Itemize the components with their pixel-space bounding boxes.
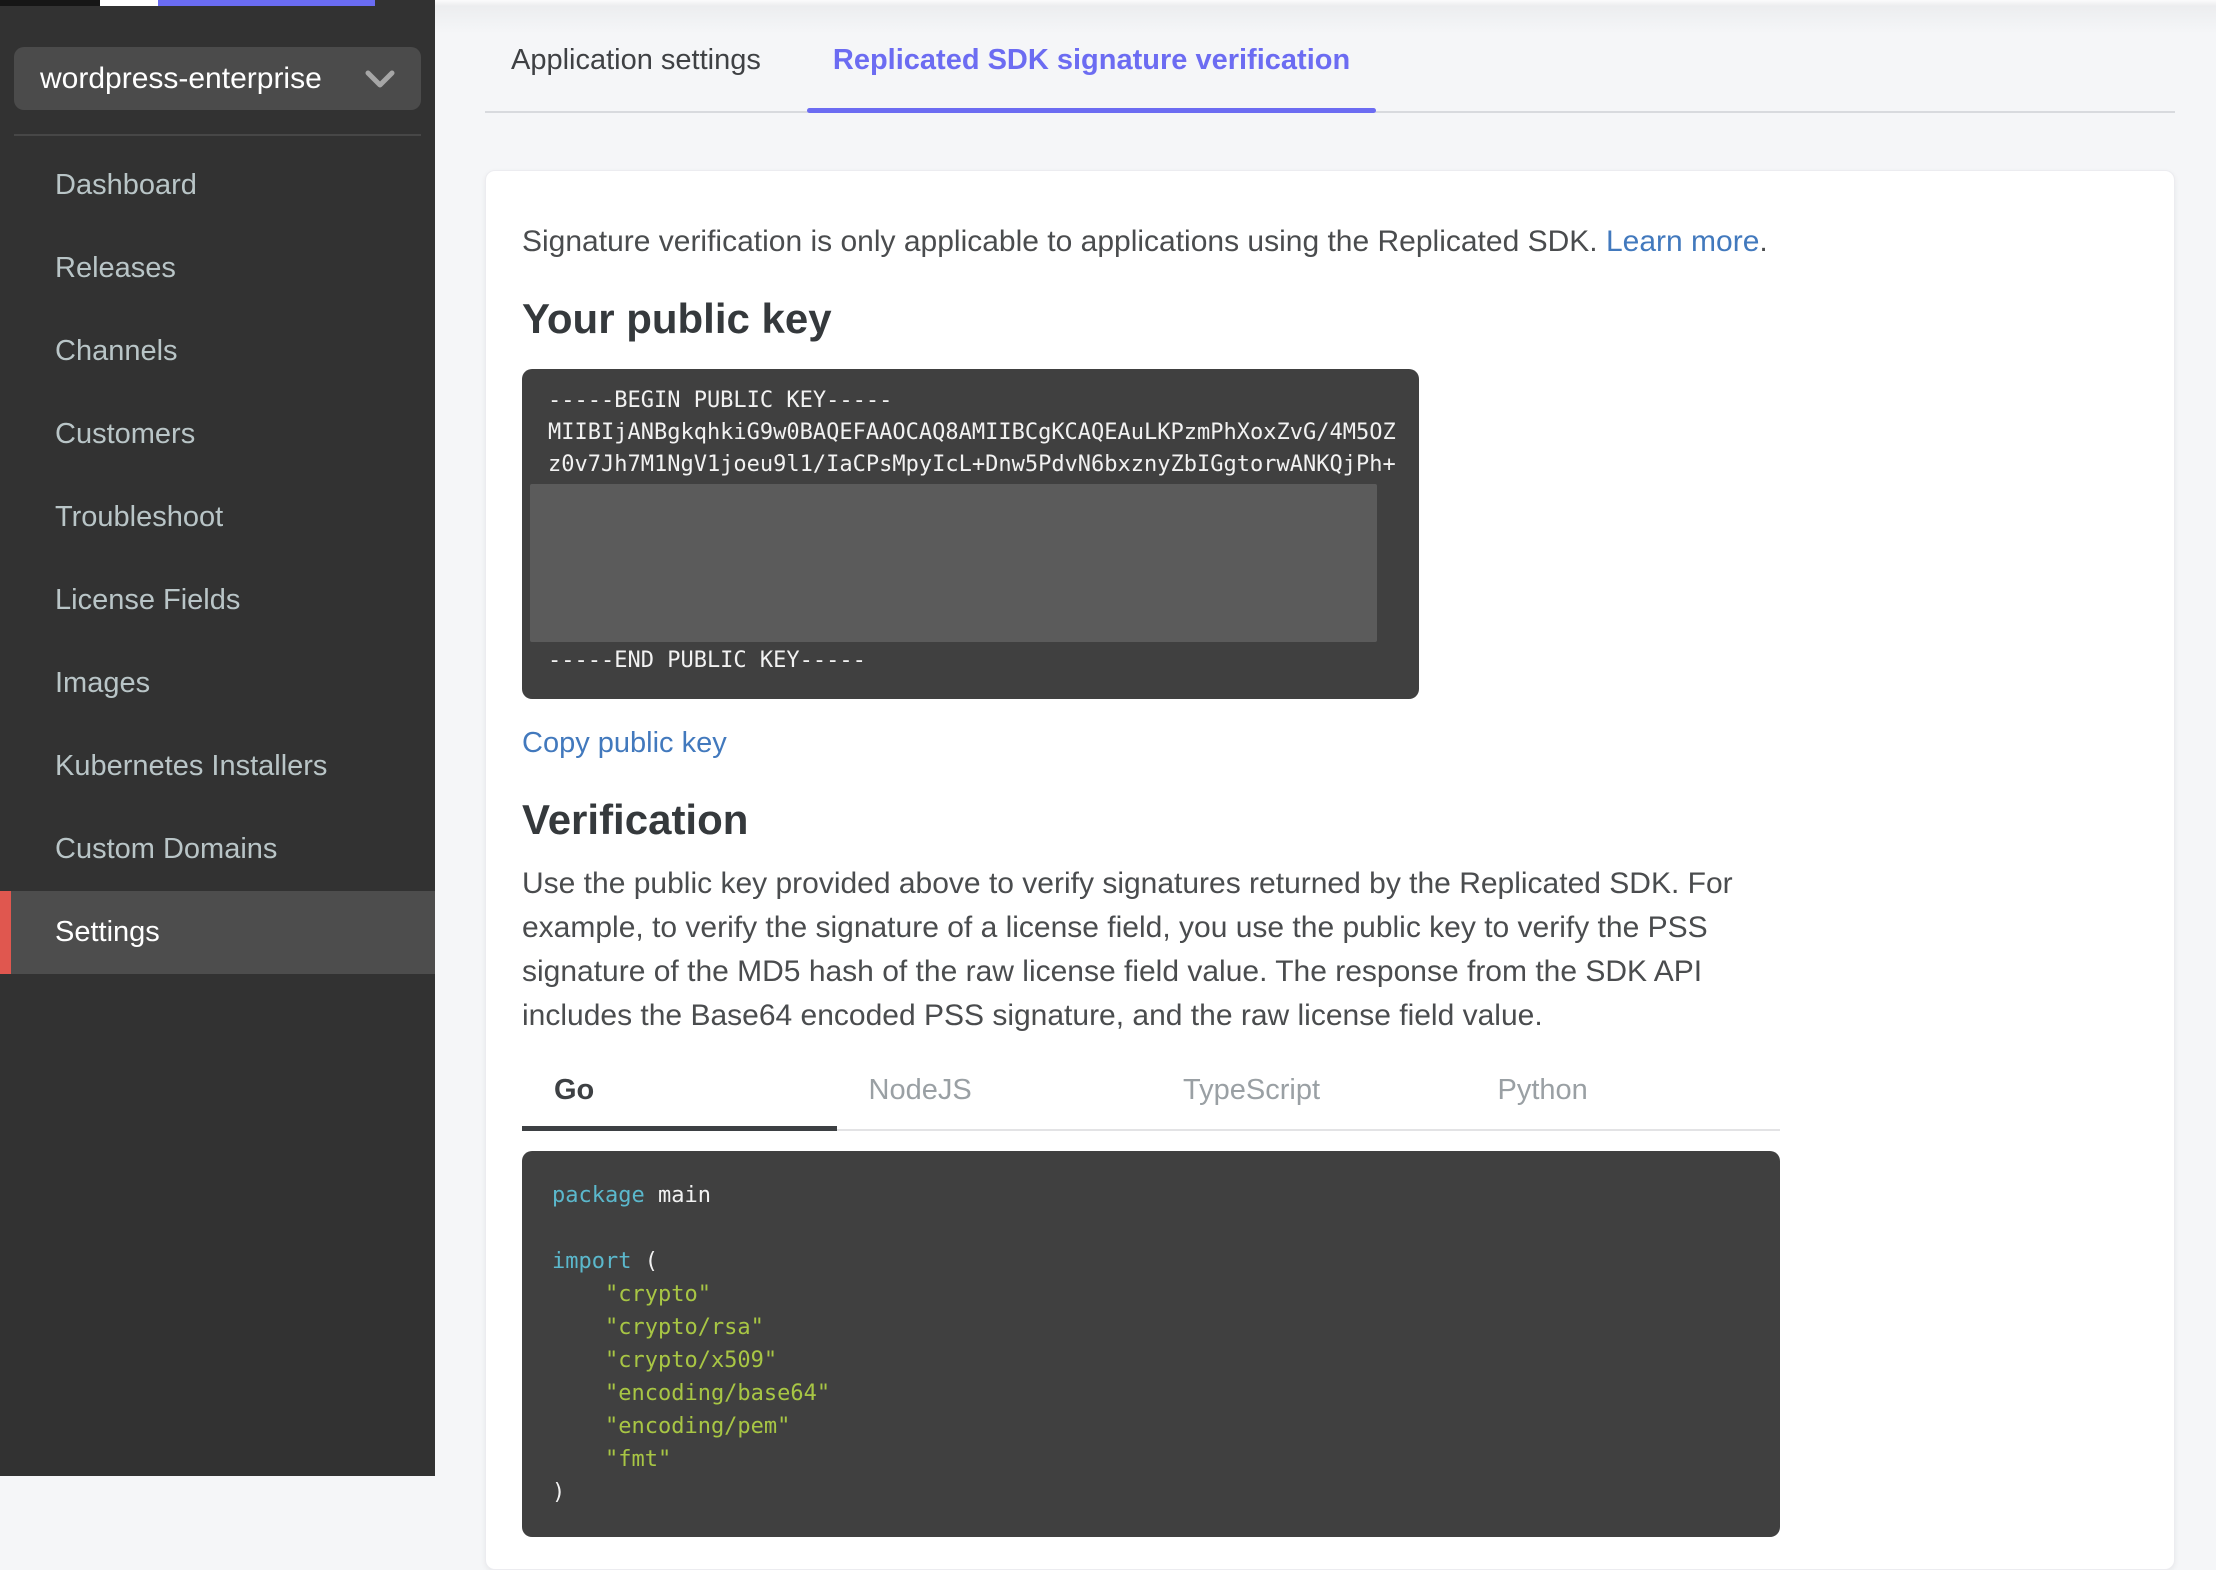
code-line: "encoding/base64" (552, 1377, 1750, 1410)
public-key-block: -----BEGIN PUBLIC KEY----- MIIBIjANBgkqh… (522, 369, 1419, 699)
sidebar-item-settings[interactable]: Settings (0, 891, 435, 974)
lang-tab-typescript[interactable]: TypeScript (1151, 1062, 1466, 1129)
public-key-heading: Your public key (522, 295, 832, 342)
code-string: "fmt" (552, 1447, 672, 1472)
app-selector-label: wordpress-enterprise (40, 61, 322, 95)
chevron-down-icon (365, 70, 395, 87)
sidebar-nav: Dashboard Releases Channels Customers Tr… (0, 144, 435, 974)
lang-tab-nodejs[interactable]: NodeJS (837, 1062, 1152, 1129)
sidebar-item-label: License Fields (55, 584, 241, 616)
app-root: wordpress-enterprise Dashboard Releases … (0, 0, 2216, 1570)
code-keyword: import (552, 1249, 632, 1274)
lang-tab-label: NodeJS (868, 1074, 972, 1106)
tab-label: Application settings (511, 44, 761, 76)
code-line: "crypto/x509" (552, 1344, 1750, 1377)
copy-public-key-link[interactable]: Copy public key (522, 727, 727, 760)
code-line: package main (552, 1179, 1750, 1212)
sidebar-item-label: Channels (55, 335, 178, 367)
sidebar-divider (14, 134, 421, 136)
sidebar-item-kubernetes-installers[interactable]: Kubernetes Installers (0, 725, 435, 808)
intro-text: Signature verification is only applicabl… (522, 225, 2138, 259)
sidebar-item-label: Custom Domains (55, 833, 278, 865)
main-content: Application settings Replicated SDK sign… (435, 0, 2216, 1570)
sidebar-item-label: Dashboard (55, 169, 197, 201)
code-plain: ( (631, 1249, 658, 1274)
sidebar-item-images[interactable]: Images (0, 642, 435, 725)
sidebar-item-releases[interactable]: Releases (0, 227, 435, 310)
sidebar: wordpress-enterprise Dashboard Releases … (0, 0, 435, 1476)
sidebar-item-label: Settings (55, 916, 160, 948)
top-strip-purple-segment (158, 0, 375, 6)
go-code-block: package main import ( "crypto" "crypto/r… (522, 1151, 1780, 1537)
sidebar-item-license-fields[interactable]: License Fields (0, 559, 435, 642)
lang-tab-label: TypeScript (1183, 1074, 1320, 1106)
lang-tab-label: Go (554, 1074, 595, 1106)
tab-replicated-sdk-signature-verification[interactable]: Replicated SDK signature verification (806, 0, 1377, 113)
sidebar-item-custom-domains[interactable]: Custom Domains (0, 808, 435, 891)
signature-verification-card: Signature verification is only applicabl… (485, 170, 2175, 1570)
sidebar-item-customers[interactable]: Customers (0, 393, 435, 476)
code-line: "crypto/rsa" (552, 1311, 1750, 1344)
tab-label: Replicated SDK signature verification (832, 44, 1351, 76)
code-plain: ) (552, 1480, 566, 1505)
language-tabbar: Go NodeJS TypeScript Python (522, 1062, 1780, 1131)
sidebar-item-troubleshoot[interactable]: Troubleshoot (0, 476, 435, 559)
code-string: "crypto/x509" (552, 1348, 778, 1373)
public-key-line: -----BEGIN PUBLIC KEY----- (548, 388, 893, 413)
sidebar-item-dashboard[interactable]: Dashboard (0, 144, 435, 227)
code-line: "encoding/pem" (552, 1410, 1750, 1443)
code-keyword: package (552, 1183, 645, 1208)
sidebar-item-label: Images (55, 667, 151, 699)
intro-sentence: Signature verification is only applicabl… (522, 225, 1606, 258)
verification-description: Use the public key provided above to ver… (522, 867, 1733, 1032)
sidebar-item-channels[interactable]: Channels (0, 310, 435, 393)
learn-more-link[interactable]: Learn more (1606, 225, 1759, 258)
window-top-strip (0, 0, 2216, 6)
top-strip-black-segment (0, 0, 100, 6)
verification-heading: Verification (522, 796, 749, 843)
app-selector-dropdown[interactable]: wordpress-enterprise (14, 47, 421, 110)
public-key-line: z0v7Jh7M1NgV1joeu9l1/IaCPsMpyIcL+Dnw5Pdv… (548, 452, 1396, 477)
public-key-redacted-area (530, 484, 1377, 642)
lang-tab-python[interactable]: Python (1466, 1062, 1781, 1129)
code-line: "fmt" (552, 1443, 1750, 1476)
code-string: "encoding/base64" (552, 1381, 831, 1406)
public-key-line: MIIBIjANBgkqhkiG9w0BAQEFAAOCAQ8AMIIBCgKC… (548, 420, 1396, 445)
sidebar-item-label: Customers (55, 418, 196, 450)
code-string: "crypto/rsa" (552, 1315, 764, 1340)
sidebar-item-label: Troubleshoot (55, 501, 224, 533)
code-string: "encoding/pem" (552, 1414, 791, 1439)
tab-application-settings[interactable]: Application settings (485, 0, 787, 111)
code-line: "crypto" (552, 1278, 1750, 1311)
code-plain: main (644, 1183, 711, 1208)
lang-tab-label: Python (1497, 1074, 1588, 1106)
lang-tab-go[interactable]: Go (522, 1062, 837, 1131)
intro-suffix: . (1759, 225, 1768, 258)
code-string: "crypto" (552, 1282, 711, 1307)
sidebar-item-label: Releases (55, 252, 176, 284)
code-line: import ( (552, 1245, 1750, 1278)
top-strip-white-segment (100, 0, 158, 6)
sidebar-item-label: Kubernetes Installers (55, 750, 328, 782)
settings-tabbar: Application settings Replicated SDK sign… (485, 0, 2175, 113)
code-line: ) (552, 1476, 1750, 1509)
public-key-end-line: -----END PUBLIC KEY----- (548, 648, 866, 673)
